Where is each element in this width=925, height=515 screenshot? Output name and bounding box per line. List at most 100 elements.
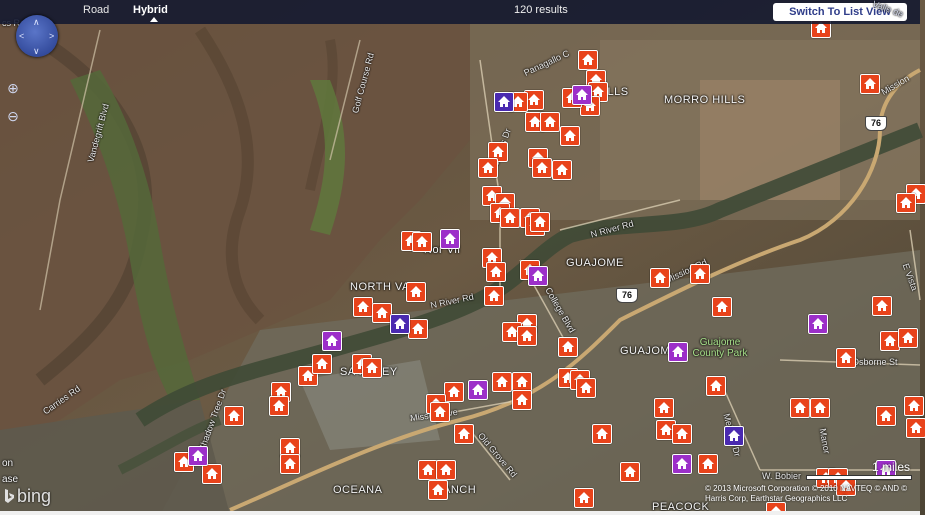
- listing-marker-red[interactable]: [904, 396, 924, 416]
- listing-marker-purple[interactable]: [188, 446, 208, 466]
- listing-marker-red[interactable]: [540, 112, 560, 132]
- listing-marker-red[interactable]: [790, 398, 810, 418]
- listing-marker-red[interactable]: [706, 376, 726, 396]
- listing-marker-red[interactable]: [574, 488, 594, 508]
- listing-marker-red[interactable]: [698, 454, 718, 474]
- listing-marker-red[interactable]: [430, 402, 450, 422]
- listing-marker-red[interactable]: [860, 74, 880, 94]
- house-icon: [498, 96, 510, 107]
- house-icon: [228, 410, 240, 421]
- listing-marker-red[interactable]: [906, 418, 925, 438]
- listing-marker-red[interactable]: [428, 480, 448, 500]
- listing-marker-red[interactable]: [500, 208, 520, 228]
- listing-marker-red[interactable]: [810, 398, 830, 418]
- pan-down-icon[interactable]: ∨: [33, 46, 40, 57]
- listing-marker-red[interactable]: [312, 354, 332, 374]
- listing-marker-red[interactable]: [530, 212, 550, 232]
- house-icon: [472, 384, 484, 395]
- house-icon: [416, 236, 428, 247]
- house-icon: [910, 422, 922, 433]
- listing-marker-red[interactable]: [578, 50, 598, 70]
- house-icon: [544, 116, 556, 127]
- listing-marker-red[interactable]: [517, 326, 537, 346]
- house-icon: [596, 428, 608, 439]
- listing-marker-purple[interactable]: [668, 342, 688, 362]
- listing-marker-red[interactable]: [408, 319, 428, 339]
- house-icon: [434, 406, 446, 417]
- listing-marker-red[interactable]: [406, 282, 426, 302]
- listing-marker-red[interactable]: [486, 262, 506, 282]
- pan-right-icon[interactable]: >: [49, 31, 54, 41]
- listing-marker-red[interactable]: [269, 396, 289, 416]
- listing-marker-red[interactable]: [690, 264, 710, 284]
- listing-marker-purple[interactable]: [672, 454, 692, 474]
- listing-marker-red[interactable]: [872, 296, 892, 316]
- listing-marker-red[interactable]: [558, 337, 578, 357]
- map-canvas[interactable]: MORRO HILLS ILLS Nor Vil NORTH VA GUAJOM…: [0, 0, 925, 515]
- highway-76-shield: 76: [616, 288, 638, 303]
- listing-marker-red[interactable]: [876, 406, 896, 426]
- label-guajome: GUAJOME: [566, 257, 624, 269]
- listing-marker-red[interactable]: [492, 372, 512, 392]
- listing-marker-red[interactable]: [512, 372, 532, 392]
- listing-marker-red[interactable]: [880, 331, 900, 351]
- listing-marker-red[interactable]: [654, 398, 674, 418]
- road-label-osborne: Osborne St: [852, 357, 898, 367]
- listing-marker-red[interactable]: [560, 126, 580, 146]
- listing-marker-red[interactable]: [436, 460, 456, 480]
- bing-logo: bing: [4, 486, 51, 507]
- listing-marker-red[interactable]: [444, 382, 464, 402]
- listing-marker-blue[interactable]: [390, 314, 410, 334]
- house-icon: [580, 382, 592, 393]
- listing-marker-red[interactable]: [454, 424, 474, 444]
- listing-marker-red[interactable]: [484, 286, 504, 306]
- road-view-button[interactable]: Road: [83, 4, 109, 16]
- pan-left-icon[interactable]: <: [19, 31, 24, 41]
- listing-marker-red[interactable]: [418, 460, 438, 480]
- listing-marker-red[interactable]: [712, 297, 732, 317]
- listing-marker-purple[interactable]: [528, 266, 548, 286]
- listing-marker-blue[interactable]: [494, 92, 514, 112]
- listing-marker-red[interactable]: [896, 193, 916, 213]
- listing-marker-purple[interactable]: [572, 85, 592, 105]
- listing-marker-red[interactable]: [362, 358, 382, 378]
- listing-marker-red[interactable]: [672, 424, 692, 444]
- hybrid-view-button[interactable]: Hybrid: [133, 4, 168, 16]
- listing-marker-red[interactable]: [412, 232, 432, 252]
- house-icon: [504, 212, 516, 223]
- listing-marker-red[interactable]: [224, 406, 244, 426]
- house-icon: [710, 380, 722, 391]
- listing-marker-red[interactable]: [576, 378, 596, 398]
- label-edge-2: ase: [2, 474, 19, 485]
- listing-marker-red[interactable]: [372, 303, 392, 323]
- listing-marker-red[interactable]: [478, 158, 498, 178]
- house-icon: [366, 362, 378, 373]
- listing-marker-red[interactable]: [836, 348, 856, 368]
- listing-marker-red[interactable]: [552, 160, 572, 180]
- listing-marker-purple[interactable]: [468, 380, 488, 400]
- listing-marker-red[interactable]: [512, 390, 532, 410]
- listing-marker-purple[interactable]: [322, 331, 342, 351]
- listing-marker-red[interactable]: [592, 424, 612, 444]
- road-label-w-bobier: W. Bobier: [762, 471, 802, 481]
- listing-marker-purple[interactable]: [808, 314, 828, 334]
- house-icon: [840, 352, 852, 363]
- house-icon: [884, 335, 896, 346]
- listing-marker-red[interactable]: [353, 297, 373, 317]
- listing-marker-red[interactable]: [898, 328, 918, 348]
- listing-marker-blue[interactable]: [724, 426, 744, 446]
- listing-marker-red[interactable]: [280, 454, 300, 474]
- house-icon: [394, 318, 406, 329]
- listing-marker-red[interactable]: [202, 464, 222, 484]
- listing-marker-red[interactable]: [532, 158, 552, 178]
- house-icon: [326, 335, 338, 346]
- listing-marker-red[interactable]: [620, 462, 640, 482]
- house-icon: [482, 162, 494, 173]
- zoom-out-icon[interactable]: ⊖: [4, 107, 22, 125]
- listing-marker-red[interactable]: [650, 268, 670, 288]
- compass-icon[interactable]: ∧ ∨ < >: [16, 15, 58, 57]
- house-icon: [412, 323, 424, 334]
- pan-up-icon[interactable]: ∧: [33, 17, 40, 28]
- listing-marker-purple[interactable]: [440, 229, 460, 249]
- zoom-in-icon[interactable]: ⊕: [4, 79, 22, 97]
